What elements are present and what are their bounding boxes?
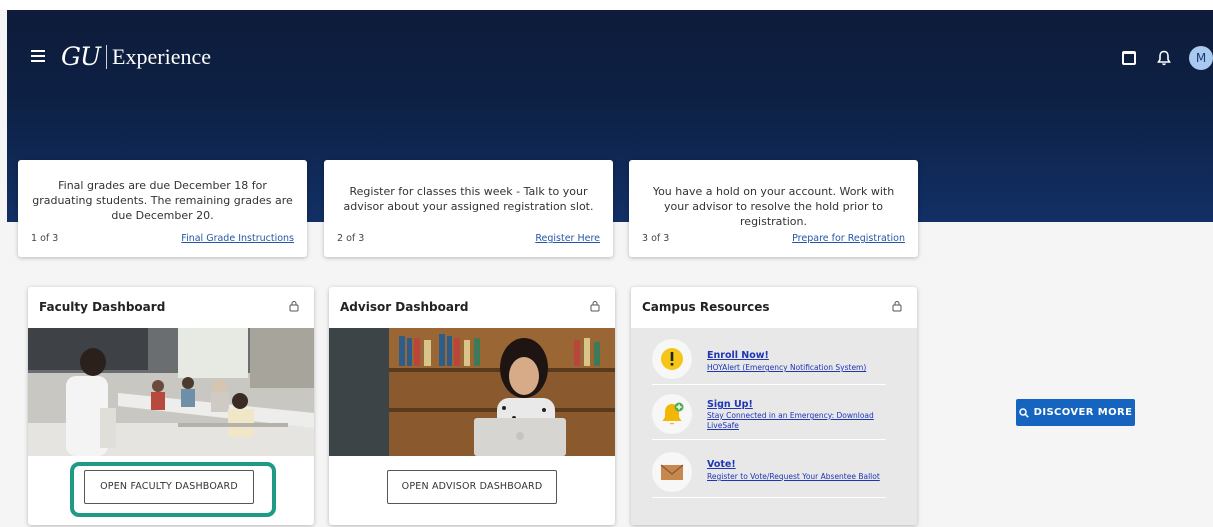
- advisor-dashboard-card: Advisor Dashboard OPEN ADVISOR DASHBOARD: [329, 287, 615, 525]
- notice-card-2: Register for classes this week - Talk to…: [324, 160, 613, 257]
- notice-count: 2 of 3: [337, 233, 365, 244]
- list-item[interactable]: Enroll Now! HOYAlert (Emergency Notifica…: [652, 333, 886, 385]
- discover-more-button[interactable]: DISCOVER MORE: [1016, 399, 1135, 426]
- logo-text: Experience: [112, 43, 211, 69]
- notice-link[interactable]: Prepare for Registration: [792, 233, 905, 244]
- notice-link[interactable]: Final Grade Instructions: [181, 233, 294, 244]
- discover-more-label: DISCOVER MORE: [1033, 407, 1133, 418]
- notice-count: 1 of 3: [31, 233, 59, 244]
- notice-message: Final grades are due December 18 for gra…: [32, 179, 293, 222]
- bell-plus-icon: [652, 394, 692, 434]
- resource-desc[interactable]: Register to Vote/Request Your Absentee B…: [707, 472, 887, 482]
- resource-title[interactable]: Sign Up!: [707, 399, 753, 410]
- avatar[interactable]: M: [1189, 46, 1213, 70]
- notice-count: 3 of 3: [642, 233, 670, 244]
- list-item[interactable]: Vote! Register to Vote/Request Your Abse…: [652, 446, 886, 498]
- card-title: Faculty Dashboard: [39, 300, 166, 314]
- header-actions: M: [1122, 46, 1213, 70]
- notice-message: Register for classes this week - Talk to…: [343, 185, 594, 213]
- resources-list: Enroll Now! HOYAlert (Emergency Notifica…: [631, 328, 917, 525]
- resource-title[interactable]: Vote!: [707, 459, 736, 470]
- list-item[interactable]: Sign Up! Stay Connected in an Emergency:…: [652, 388, 886, 440]
- lock-icon: [289, 301, 299, 312]
- bell-icon[interactable]: [1157, 50, 1171, 66]
- exclamation-icon: [652, 339, 692, 379]
- logo-mark: GU: [61, 42, 101, 71]
- calendar-icon[interactable]: [1122, 51, 1136, 65]
- resource-desc[interactable]: Stay Connected in an Emergency: Download…: [707, 411, 887, 431]
- logo-divider: [106, 44, 108, 69]
- card-title: Advisor Dashboard: [340, 300, 469, 314]
- top-strip: [0, 0, 1213, 10]
- notice-card-3: You have a hold on your account. Work wi…: [629, 160, 918, 257]
- button-highlight: [70, 462, 276, 517]
- notice-link[interactable]: Register Here: [535, 233, 600, 244]
- resource-desc[interactable]: HOYAlert (Emergency Notification System): [707, 363, 887, 373]
- advisor-office-photo: [329, 328, 615, 456]
- envelope-icon: [652, 452, 692, 492]
- open-advisor-dashboard-button[interactable]: OPEN ADVISOR DASHBOARD: [387, 470, 557, 504]
- campus-resources-card: Campus Resources Enroll Now! HOYAlert (E…: [631, 287, 917, 525]
- lock-icon: [892, 301, 902, 312]
- card-title: Campus Resources: [642, 300, 770, 314]
- menu-icon[interactable]: [31, 50, 45, 62]
- notice-message: You have a hold on your account. Work wi…: [652, 185, 895, 228]
- faculty-classroom-photo: [28, 328, 314, 456]
- app-logo[interactable]: GU Experience: [61, 42, 211, 71]
- notice-card-1: Final grades are due December 18 for gra…: [18, 160, 307, 257]
- resource-title[interactable]: Enroll Now!: [707, 350, 769, 361]
- page: GU Experience M Final grades are due Dec…: [0, 0, 1213, 527]
- search-icon: [1018, 407, 1029, 418]
- lock-icon: [590, 301, 600, 312]
